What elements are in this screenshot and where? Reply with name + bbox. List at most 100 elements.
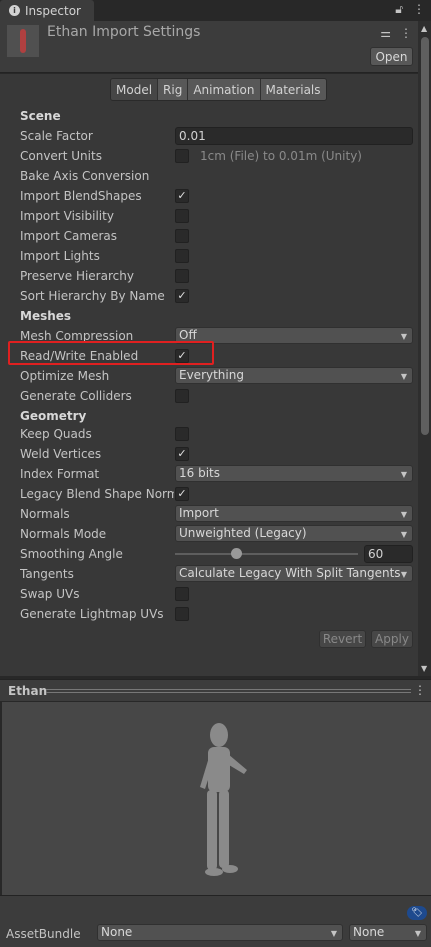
field-label: Normals [20, 507, 70, 521]
sort-hierarchy-by-name-checkbox[interactable]: ✓ [175, 289, 189, 303]
weld-vertices-checkbox[interactable]: ✓ [175, 447, 189, 461]
field-label: Smoothing Angle [20, 547, 123, 561]
field-label: Geometry [20, 409, 87, 423]
preview-header[interactable]: Ethan ⋮ [0, 679, 431, 701]
field-label: Import Lights [20, 249, 100, 263]
field-label: Optimize Mesh [20, 369, 110, 383]
field-label: Sort Hierarchy By Name [20, 289, 165, 303]
smoothing-angle-slider[interactable] [175, 548, 358, 559]
drag-handle[interactable] [46, 689, 411, 693]
field-label: Generate Colliders [20, 389, 132, 403]
more-icon[interactable]: ⋮ [414, 683, 426, 697]
row-preserve-hierarchy: Preserve Hierarchy [0, 266, 418, 286]
row-scale-factor: Scale Factor 0.01 [0, 126, 418, 146]
field-label: Weld Vertices [20, 447, 102, 461]
section-header-meshes: Meshes [0, 306, 418, 326]
apply-button[interactable]: Apply [371, 630, 413, 648]
section-header-scene: Scene [0, 106, 418, 126]
import-cameras-checkbox[interactable] [175, 229, 189, 243]
import-lights-checkbox[interactable] [175, 249, 189, 263]
scrollbar-thumb[interactable] [421, 37, 429, 435]
normals-dropdown[interactable]: Import [175, 505, 413, 522]
character-model [200, 723, 247, 876]
row-import-lights: Import Lights [0, 246, 418, 266]
scroll-up-icon[interactable]: ▲ [421, 24, 427, 33]
tab-animation[interactable]: Animation [187, 79, 260, 100]
assetbundle-variant-dropdown[interactable]: None [349, 924, 427, 941]
row-smoothing-angle: Smoothing Angle 60 [0, 544, 418, 564]
row-tangents: Tangents Calculate Legacy With Split Tang… [0, 564, 418, 584]
tab-materials[interactable]: Materials [259, 79, 326, 100]
more-icon[interactable]: ⋮ [400, 26, 412, 40]
import-blendshapes-checkbox[interactable]: ✓ [175, 189, 189, 203]
optimize-mesh-dropdown[interactable]: Everything [175, 367, 413, 384]
tab-inspector[interactable]: i Inspector [0, 0, 94, 21]
more-icon[interactable]: ⋮ [413, 2, 425, 17]
revert-button[interactable]: Revert [319, 630, 366, 648]
field-label: Keep Quads [20, 427, 92, 441]
row-optimize-mesh: Optimize Mesh Everything [0, 366, 418, 386]
row-keep-quads: Keep Quads [0, 424, 418, 444]
tab-model[interactable]: Model [111, 79, 158, 100]
row-normals: Normals Import [0, 504, 418, 524]
row-legacy-blend-shape-normals: Legacy Blend Shape Normals✓ [0, 484, 418, 504]
row-sort-hierarchy-by-name: Sort Hierarchy By Name ✓ [0, 286, 418, 306]
sliders-icon[interactable]: ⚌ [380, 26, 391, 40]
lock-icon[interactable]: 🔓︎ [395, 2, 403, 17]
field-label: Import Cameras [20, 229, 117, 243]
settings-list: Scene Scale Factor 0.01 Convert Units 1cm (F… [0, 106, 418, 624]
convert-units-checkbox[interactable] [175, 149, 189, 163]
row-generate-colliders: Generate Colliders [0, 386, 418, 406]
import-visibility-checkbox[interactable] [175, 209, 189, 223]
check-icon: ✓ [177, 289, 187, 302]
row-convert-units: Convert Units 1cm (File) to 0.01m (Unity) [0, 146, 418, 166]
row-normals-mode: Normals Mode Unweighted (Legacy) [0, 524, 418, 544]
open-button[interactable]: Open [370, 47, 413, 66]
tag-icon[interactable]: 🏷︎ [407, 906, 427, 920]
keep-quads-checkbox[interactable] [175, 427, 189, 441]
tab-rig[interactable]: Rig [157, 79, 188, 100]
model-preview[interactable] [2, 702, 431, 895]
row-import-visibility: Import Visibility [0, 206, 418, 226]
field-note: 1cm (File) to 0.01m (Unity) [200, 149, 362, 163]
field-label: Generate Lightmap UVs [20, 607, 164, 621]
generate-lightmap-uvs-checkbox[interactable] [175, 607, 189, 621]
assetbundle-bar: 🏷︎ AssetBundle None None [0, 895, 431, 947]
section-header-geometry: Geometry [0, 406, 418, 424]
assetbundle-label: AssetBundle [6, 927, 81, 941]
import-settings-panel: Model Rig Animation Materials Scene Scale Fa… [0, 74, 418, 676]
check-icon: ✓ [177, 189, 187, 202]
check-icon: ✓ [177, 447, 187, 460]
field-label: Swap UVs [20, 587, 80, 601]
field-label: Import BlendShapes [20, 189, 142, 203]
tangents-dropdown[interactable]: Calculate Legacy With Split Tangents [175, 565, 413, 582]
preserve-hierarchy-checkbox[interactable] [175, 269, 189, 283]
field-label: Convert Units [20, 149, 102, 163]
normals-mode-dropdown[interactable]: Unweighted (Legacy) [175, 525, 413, 542]
generate-colliders-checkbox[interactable] [175, 389, 189, 403]
highlight-box [8, 341, 214, 365]
swap-uvs-checkbox[interactable] [175, 587, 189, 601]
index-format-dropdown[interactable]: 16 bits [175, 465, 413, 482]
field-label: Scale Factor [20, 129, 93, 143]
info-icon: i [9, 5, 20, 16]
assetbundle-name-dropdown[interactable]: None [97, 924, 343, 941]
tab-bar: i Inspector 🔓︎ ⋮ [0, 0, 431, 21]
field-label: Preserve Hierarchy [20, 269, 134, 283]
row-import-blendshapes: Import BlendShapes ✓ [0, 186, 418, 206]
row-generate-lightmap-uvs: Generate Lightmap UVs [0, 604, 418, 624]
page-title: Ethan Import Settings [47, 24, 201, 40]
row-import-cameras: Import Cameras [0, 226, 418, 246]
import-tabs: Model Rig Animation Materials [110, 78, 327, 101]
row-bake-axis-conversion: Bake Axis Conversion [0, 166, 418, 186]
inspector-header: Ethan Import Settings ⚌ ⋮ [0, 21, 418, 73]
scroll-down-icon[interactable]: ▼ [421, 664, 427, 673]
field-label: Meshes [20, 309, 72, 323]
scale-factor-input[interactable]: 0.01 [175, 127, 413, 145]
slider-knob[interactable] [231, 548, 242, 559]
field-label: Index Format [20, 467, 100, 481]
legacy-blend-shape-normals-checkbox[interactable]: ✓ [175, 487, 189, 501]
preview-title: Ethan [8, 684, 48, 698]
field-label: Scene [20, 109, 61, 123]
smoothing-angle-input[interactable]: 60 [364, 545, 413, 563]
